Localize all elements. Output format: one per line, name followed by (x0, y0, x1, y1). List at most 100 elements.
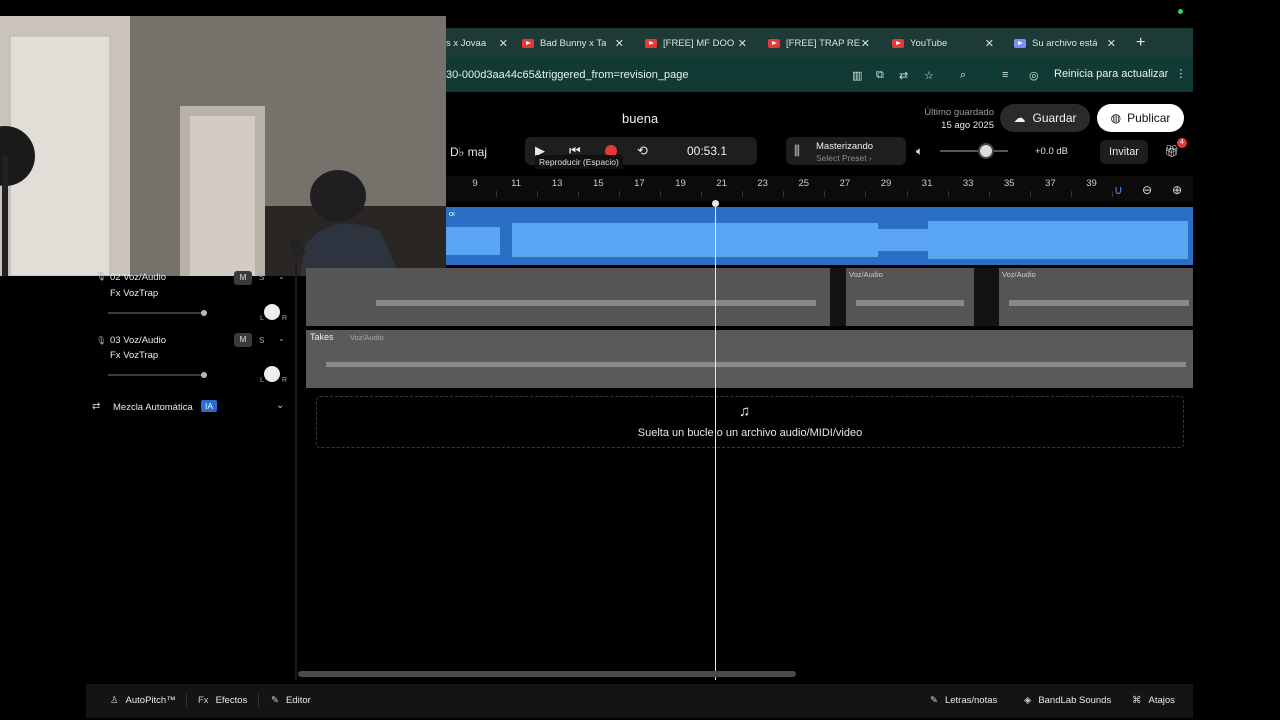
playhead-handle[interactable] (712, 200, 719, 207)
track-volume-slider[interactable] (108, 372, 207, 378)
last-saved-label: Último guardado (924, 107, 994, 118)
mute-button[interactable]: M (234, 333, 252, 347)
tab-search-icon[interactable]: ⌕ (960, 69, 966, 82)
browser-tab[interactable]: s x Jovaa ✕ (446, 28, 514, 58)
browser-tab[interactable]: [FREE] TRAP RE ✕ (768, 28, 876, 58)
pan-knob[interactable] (264, 304, 280, 320)
more-vert-icon[interactable]: ⋮ (1175, 68, 1186, 80)
ruler-number: 27 (839, 178, 851, 189)
media-controls-icon[interactable]: ≡ (1002, 69, 1008, 81)
zoom-out-icon[interactable]: ⊖ (1142, 183, 1152, 197)
chevron-down-icon[interactable]: ⌄ (276, 400, 284, 411)
reader-icon[interactable]: ▥ (852, 69, 862, 82)
audio-clip[interactable]: Voz/Audio (999, 268, 1193, 326)
tab-label: Bad Bunny x Ta (540, 37, 607, 49)
ruler-tick (783, 191, 785, 197)
ruler-tick (865, 191, 867, 197)
loop-icon[interactable]: ⟲ (637, 143, 648, 159)
profile-avatar-icon[interactable]: ◎ (1029, 69, 1039, 82)
waveform (326, 362, 1186, 367)
track-fx-label[interactable]: Fx VozTrap (110, 288, 158, 299)
audio-clip[interactable] (306, 268, 830, 326)
bandlab-sounds-button[interactable]: ◈ BandLab Sounds (1024, 695, 1111, 706)
volume-icon[interactable]: 🔈︎ (916, 144, 923, 159)
autopitch-button[interactable]: ♙ AutoPitch™ (110, 695, 176, 706)
close-icon[interactable]: ✕ (615, 37, 624, 50)
automix-section[interactable]: ⇄ Mezcla Automática IA ⌄ (86, 397, 294, 419)
shortcuts-button[interactable]: ⌘ Atajos (1132, 695, 1175, 706)
bookmark-star-icon[interactable]: ☆ (924, 69, 934, 82)
close-icon[interactable]: ✕ (738, 37, 747, 50)
project-title[interactable]: buena (622, 111, 658, 126)
publish-button[interactable]: ◍ Publicar (1097, 104, 1184, 132)
drop-zone[interactable]: ♫ Suelta un bucle o un archivo audio/MID… (316, 396, 1184, 448)
ruler-number: 39 (1086, 178, 1097, 189)
cloud-upload-icon: ☁ (1013, 111, 1026, 125)
invite-button[interactable]: Invitar (1100, 140, 1148, 164)
track-lane-1-clip[interactable]: oi (446, 207, 1193, 265)
shortcuts-label: Atajos (1148, 695, 1175, 706)
save-button[interactable]: ☁ Guardar (1000, 104, 1090, 132)
horizontal-scrollbar[interactable] (298, 671, 796, 677)
playhead[interactable] (715, 202, 716, 680)
ruler-tick (824, 191, 826, 197)
chevron-down-icon[interactable]: ⌄ (278, 272, 285, 281)
restart-label: Reinicia para actualizar (1054, 68, 1169, 80)
solo-button[interactable]: S (259, 336, 264, 345)
volume-db-readout: +0.0 dB (1035, 146, 1069, 157)
browser-tab[interactable]: [FREE] MF DOO ✕ (645, 28, 753, 58)
lyrics-label: Letras/notas (944, 695, 998, 706)
close-icon[interactable]: ✕ (499, 37, 508, 50)
track-header-02[interactable]: 🎙︎ 02 Voz/Audio M S ⌄ Fx VozTrap L R (86, 270, 294, 328)
mastering-button[interactable]: ⫼ Masterizando Select Preset › (786, 137, 906, 165)
close-icon[interactable]: ✕ (861, 37, 870, 50)
volume-slider-knob[interactable] (978, 143, 994, 159)
timeline-ruler[interactable]: 9 11 13 15 17 19 21 23 25 27 29 31 33 35 37 39 (446, 176, 1193, 202)
install-icon[interactable]: ⧉ (876, 69, 884, 82)
mute-button[interactable]: M (234, 271, 252, 285)
browser-tab-active[interactable]: Su archivo está ✕ (1014, 28, 1122, 58)
chevron-down-icon[interactable]: ⌄ (278, 334, 285, 343)
new-tab-button[interactable]: + (1136, 34, 1145, 52)
webcam-overlay (0, 16, 446, 276)
sidebar-divider[interactable] (295, 265, 297, 680)
solo-button[interactable]: S (259, 273, 264, 282)
ruler-tick (701, 191, 703, 197)
key-selector[interactable]: D♭ maj (450, 145, 487, 159)
pencil-icon: ✎ (271, 695, 279, 706)
ruler-tick (988, 191, 990, 197)
track-lane-2[interactable]: Voz/Audio Voz/Audio (306, 268, 1193, 326)
url-field[interactable]: 30-000d3aa44c65&triggered_from=revision_… (446, 69, 688, 81)
close-icon[interactable]: ✕ (1107, 37, 1116, 50)
browser-tab[interactable]: Bad Bunny x Ta ✕ (522, 28, 630, 58)
track-volume-slider[interactable] (108, 310, 207, 316)
close-icon[interactable]: ✕ (985, 37, 994, 50)
lyrics-notes-button[interactable]: ✎ Letras/notas (930, 695, 997, 706)
pan-knob[interactable] (264, 366, 280, 382)
ruler-number: 33 (962, 178, 974, 189)
zoom-in-icon[interactable]: ⊕ (1172, 183, 1182, 197)
gift-icon[interactable]: 🎁︎ (1164, 144, 1179, 158)
slider-dot[interactable] (201, 310, 207, 316)
ruler-number: 35 (1004, 178, 1015, 189)
track-name[interactable]: 03 Voz/Audio (110, 335, 166, 346)
globe-icon: ◍ (1110, 111, 1122, 125)
track-lane-3[interactable]: Takes Voz/Audio (306, 330, 1193, 388)
snap-magnet-icon[interactable]: ∪ (1114, 183, 1123, 197)
audio-clip[interactable]: Voz/Audio (846, 268, 974, 326)
track-header-03[interactable]: 🎙︎ 03 Voz/Audio M S ⌄ Fx VozTrap L R (86, 332, 294, 390)
translate-icon[interactable]: ⇄ (899, 69, 908, 82)
divider (258, 694, 259, 707)
effects-button[interactable]: Fx Efectos (198, 695, 247, 706)
restart-update-button[interactable]: Reinicia para actualizar ⋮ (1054, 67, 1186, 80)
divider (186, 694, 187, 707)
editor-button[interactable]: ✎ Editor (271, 695, 311, 706)
track-fx-label[interactable]: Fx VozTrap (110, 350, 158, 361)
browser-tab[interactable]: YouTube ✕ (892, 28, 1000, 58)
ruler-number: 37 (1045, 178, 1056, 189)
track-name[interactable]: 02 Voz/Audio (110, 272, 166, 283)
doc-icon (1014, 38, 1026, 48)
slider-dot[interactable] (201, 372, 207, 378)
master-volume-slider[interactable] (940, 150, 1008, 152)
ruler-number: 29 (880, 178, 892, 189)
